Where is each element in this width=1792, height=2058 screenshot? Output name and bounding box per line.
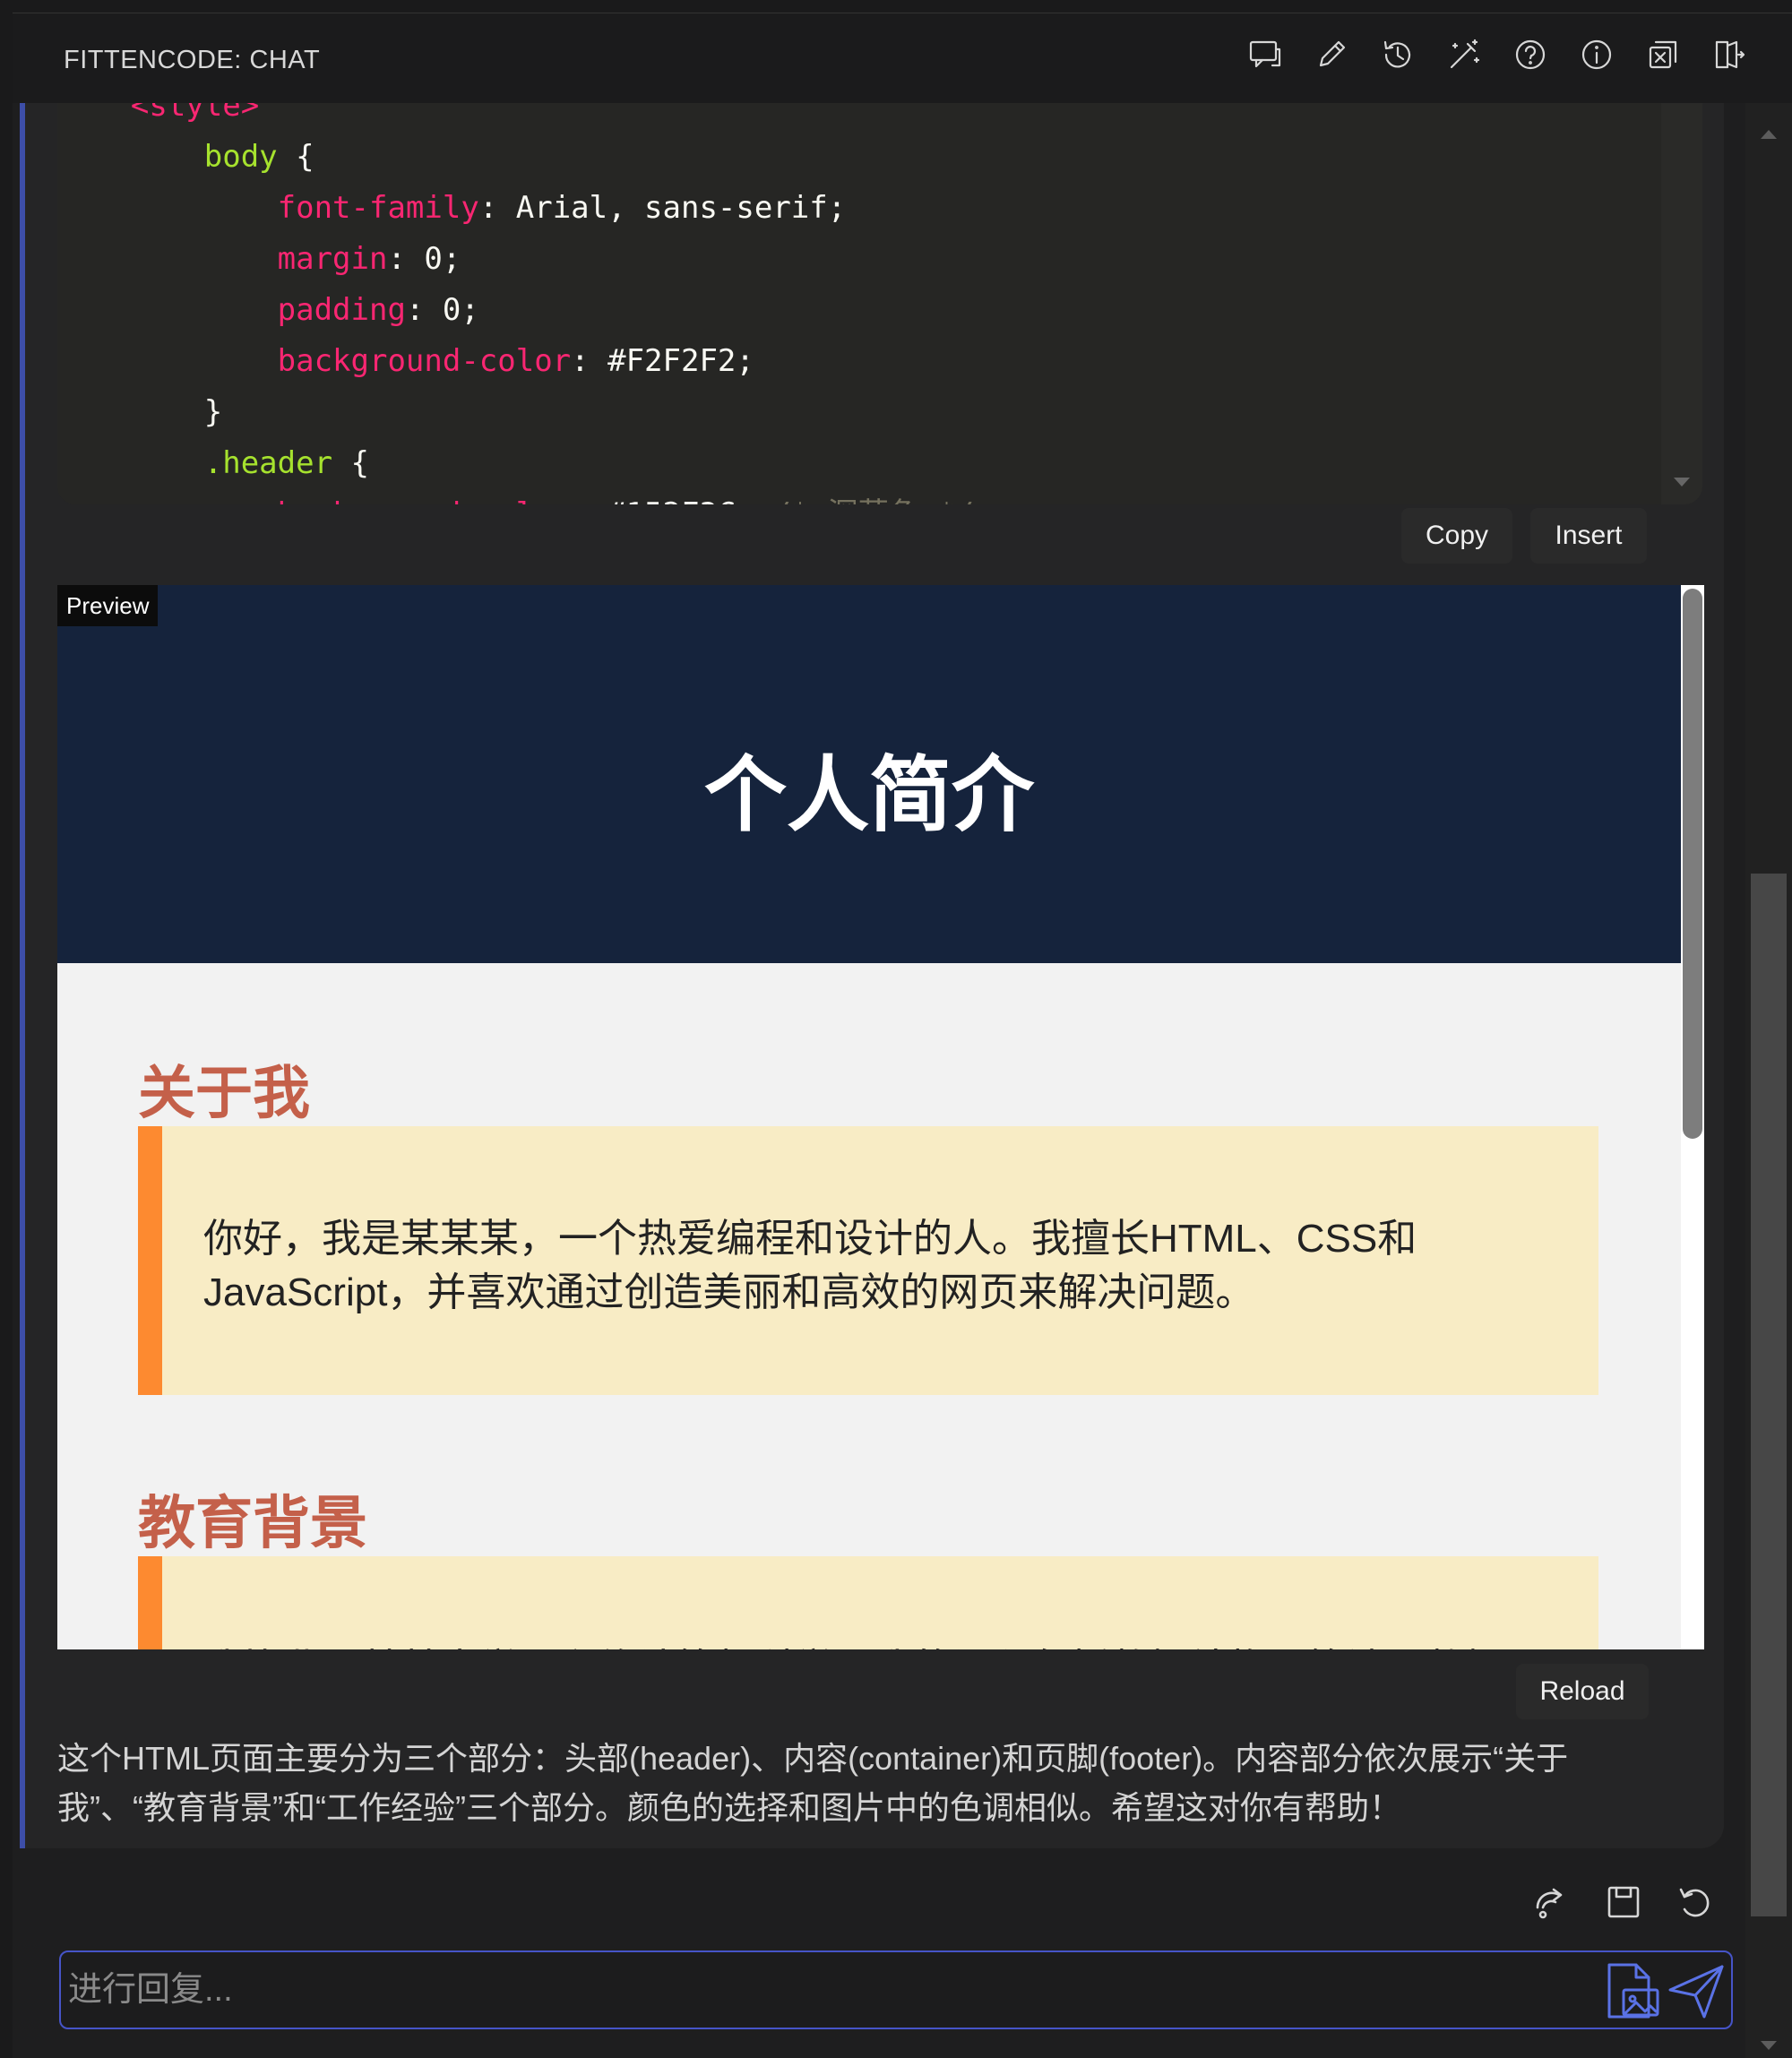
panel-title: FITTENCODE: CHAT: [64, 46, 321, 74]
preview-frame: Preview 个人简介 关于我 你好，我是某某某，一个热爱编程和设计的人。我擅…: [57, 585, 1704, 1649]
code-content: <style> body { font-family: Arial, sans-…: [57, 103, 974, 504]
reload-button[interactable]: Reload: [1516, 1664, 1649, 1719]
share-icon[interactable]: [1532, 1882, 1572, 1922]
code-token: margin: [57, 241, 388, 277]
code-token: /* 深蓝色 */: [772, 496, 974, 504]
reply-input[interactable]: [68, 1952, 1591, 2028]
close-all-icon[interactable]: [1645, 37, 1681, 73]
code-line: font-family: Arial, sans-serif;: [57, 183, 974, 234]
code-token: background-color: [57, 343, 572, 379]
code-token: <style>: [57, 103, 260, 124]
assistant-message: <style> body { font-family: Arial, sans-…: [20, 103, 1724, 1848]
code-line: background-color: #152F3C; /* 深蓝色 */: [57, 489, 975, 504]
code-token: body: [57, 139, 297, 175]
message-actions: [1532, 1882, 1715, 1922]
code-line: padding: 0;: [57, 285, 974, 336]
code-scrollbar[interactable]: [1661, 103, 1702, 504]
code-line: .header {: [57, 438, 974, 489]
section-title-education: 教育背景: [138, 1491, 367, 1555]
code-token: : 0;: [387, 241, 461, 277]
chat-window: FITTENCODE: CHAT <style> body { font-fam…: [13, 13, 1792, 2058]
preview-label: Preview: [57, 585, 159, 626]
code-token: : #152F3C;: [571, 496, 772, 504]
section-text-about: 你好，我是某某某，一个热爱编程和设计的人。我擅长HTML、CSS和JavaScr…: [203, 1217, 1417, 1314]
scroll-down-arrow[interactable]: [1674, 478, 1690, 487]
history-icon[interactable]: [1380, 37, 1416, 73]
insert-button[interactable]: Insert: [1530, 508, 1647, 564]
panel-scroll-thumb[interactable]: [1751, 874, 1787, 1916]
section-text-education: 我毕业于某某大学，主修计算机科学。我的课程包括数据结构、算法、数据: [203, 1642, 1521, 1649]
undo-icon[interactable]: [1676, 1882, 1715, 1922]
code-token: : 0;: [405, 292, 479, 328]
scroll-up-arrow[interactable]: [1761, 130, 1777, 139]
preview-header: 个人简介: [57, 585, 1681, 963]
code-token: {: [296, 139, 314, 175]
reply-text: 这个HTML页面主要分为三个部分：头部(header)、内容(container…: [57, 1740, 1569, 1826]
scroll-down-arrow[interactable]: [1761, 2041, 1777, 2050]
code-line: background-color: #F2F2F2;: [57, 336, 974, 387]
panel-scrollbar[interactable]: [1745, 103, 1792, 2058]
preview-header-title: 个人简介: [703, 750, 1034, 841]
section-card-education: 我毕业于某某大学，主修计算机科学。我的课程包括数据结构、算法、数据: [138, 1556, 1598, 1649]
code-line: margin: 0;: [57, 234, 974, 285]
chat-icon[interactable]: [1247, 37, 1283, 73]
code-token: : #F2F2F2;: [571, 343, 754, 379]
reply-input-box: [59, 1950, 1733, 2029]
title-bar: FITTENCODE: CHAT: [13, 13, 1792, 103]
info-icon[interactable]: [1579, 37, 1615, 73]
code-token: background-color: [57, 496, 572, 504]
code-token: : Arial, sans-serif;: [478, 190, 847, 226]
image-file-icon[interactable]: [1600, 1959, 1663, 2022]
code-line: <style>: [57, 103, 974, 132]
code-token: font-family: [57, 190, 479, 226]
send-icon[interactable]: [1665, 1959, 1727, 2022]
section-title-about: 关于我: [138, 1061, 310, 1125]
code-token: .header: [57, 445, 351, 481]
code-token: }: [57, 394, 223, 430]
exit-icon[interactable]: [1711, 37, 1747, 73]
toolbar: [1247, 37, 1747, 73]
save-icon[interactable]: [1604, 1882, 1643, 1922]
magic-wand-icon[interactable]: [1446, 37, 1482, 73]
help-icon[interactable]: [1512, 37, 1548, 73]
section-card-about: 你好，我是某某某，一个热爱编程和设计的人。我擅长HTML、CSS和JavaScr…: [138, 1126, 1598, 1395]
preview-content: 关于我 你好，我是某某某，一个热爱编程和设计的人。我擅长HTML、CSS和Jav…: [57, 963, 1681, 1649]
copy-button[interactable]: Copy: [1401, 508, 1512, 564]
code-token: padding: [57, 292, 406, 328]
preview-scrollbar[interactable]: [1681, 585, 1704, 1649]
code-block: <style> body { font-family: Arial, sans-…: [57, 103, 1702, 504]
code-line: body {: [57, 132, 974, 183]
pencil-icon[interactable]: [1314, 37, 1349, 73]
preview-scroll-thumb[interactable]: [1683, 589, 1702, 1139]
code-line: }: [57, 387, 974, 438]
code-token: {: [350, 445, 369, 481]
